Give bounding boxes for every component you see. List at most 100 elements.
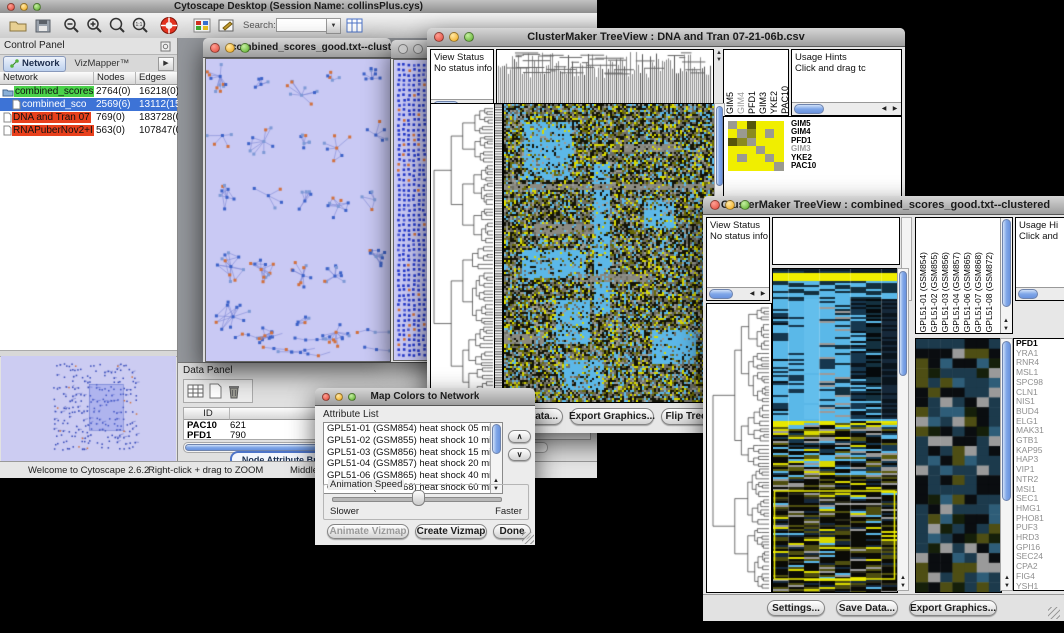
close-button[interactable] (434, 32, 444, 42)
save-icon[interactable] (33, 17, 53, 34)
help-lifering-icon[interactable] (159, 16, 179, 35)
array-column-label[interactable]: GPL51-01 (GSM854) (918, 252, 928, 332)
matrix-cell[interactable] (747, 129, 756, 137)
close-button[interactable] (210, 43, 220, 53)
scroll-right-icon[interactable]: ▶ (758, 291, 768, 297)
minimize-button[interactable] (449, 32, 459, 42)
col-edges[interactable]: Edges (136, 72, 177, 85)
zoom-button[interactable] (740, 200, 750, 210)
resize-grip[interactable] (1048, 607, 1060, 619)
matrix-cell[interactable] (774, 162, 783, 170)
column-label[interactable]: GIM3 (759, 92, 768, 114)
create-vizmap-button[interactable]: Create Vizmap (415, 524, 487, 539)
zoom-out-icon[interactable] (62, 17, 80, 34)
scroll-right-icon[interactable]: ▶ (890, 106, 900, 112)
animate-vizmap-button[interactable]: Animate Vizmap (327, 524, 409, 539)
tv1-column-dendrogram-canvas[interactable] (496, 49, 714, 104)
tv1-similarity-matrix[interactable] (728, 121, 784, 171)
matrix-cell[interactable] (765, 146, 774, 154)
attribute-browser-icon[interactable] (345, 17, 365, 34)
delete-attribute-icon[interactable] (227, 383, 241, 399)
attribute-item[interactable]: GPL51-02 (GSM855) heat shock 10 min (324, 435, 502, 447)
search-input[interactable] (276, 18, 328, 32)
matrix-cell[interactable] (765, 154, 774, 162)
matrix-cell[interactable] (728, 154, 737, 162)
zoom-button[interactable] (33, 3, 41, 11)
minimize-button[interactable] (335, 393, 343, 401)
tv1-export-graphics-button[interactable]: Export Graphics... (570, 408, 654, 425)
select-attributes-icon[interactable] (187, 383, 205, 399)
minimize-button[interactable] (20, 3, 28, 11)
zoom-in-icon[interactable] (85, 17, 103, 34)
tv2-column-dendrogram-panel[interactable] (772, 217, 900, 265)
array-column-label[interactable]: GPL51-06 (GSM865) (962, 252, 972, 332)
zoom-button[interactable] (348, 393, 356, 401)
matrix-cell[interactable] (756, 121, 765, 129)
array-column-label[interactable]: GPL51-08 (GSM872) (984, 252, 994, 332)
matrix-cell[interactable] (774, 129, 783, 137)
close-button[interactable] (322, 393, 330, 401)
matrix-cell[interactable] (728, 121, 737, 129)
modify-view-icon[interactable] (217, 17, 237, 34)
network-row-combined-sco[interactable]: combined_sco 2569(6) 13112(15) (0, 98, 177, 111)
tv2-row-dendrogram-canvas[interactable] (706, 303, 772, 593)
scroll-up-icon[interactable]: ▲ (898, 575, 908, 581)
matrix-cell[interactable] (737, 154, 746, 162)
birdseye-view-canvas[interactable] (1, 356, 176, 461)
matrix-cell[interactable] (747, 146, 756, 154)
search-dropdown-button[interactable]: ▼ (326, 18, 341, 34)
tv2-labels-vscrollbar[interactable]: ▲ ▼ (1000, 218, 1012, 333)
scroll-up-icon[interactable]: ▲ (1002, 575, 1012, 581)
column-label[interactable]: PAC10 (781, 86, 789, 114)
close-button[interactable] (7, 3, 15, 11)
matrix-cell[interactable] (756, 146, 765, 154)
matrix-cell[interactable] (756, 154, 765, 162)
tv1-row-dendrogram-canvas[interactable] (430, 103, 496, 403)
column-label[interactable]: GIM5 (726, 92, 735, 114)
column-label[interactable]: GIM4 (737, 92, 746, 114)
scroll-left-icon[interactable]: ◀ (879, 106, 889, 112)
gene-list[interactable]: PFD1YRA1RNR4MSL1SPC98CLN1NIS1BUD4ELG1MAK… (1014, 339, 1064, 591)
matrix-cell[interactable] (728, 162, 737, 170)
tv2-zoom-heatmap-canvas[interactable] (915, 338, 1002, 593)
matrix-cell[interactable] (756, 138, 765, 146)
minimize-button[interactable] (225, 43, 235, 53)
network-row-combined-scores[interactable]: combined_scores 2764(0) 16218(0) (0, 85, 177, 98)
move-up-button[interactable]: ∧ (508, 430, 531, 443)
matrix-cell[interactable] (774, 121, 783, 129)
attribute-list-vscrollbar[interactable]: ▲ ▼ (490, 423, 502, 493)
close-button[interactable] (710, 200, 720, 210)
tv2-global-heatmap-canvas[interactable] (772, 268, 898, 593)
speed-slider-thumb[interactable] (412, 490, 425, 506)
attribute-item[interactable]: GPL51-01 (GSM854) heat shock 05 min (324, 423, 502, 435)
array-column-label[interactable]: GPL51-02 (GSM855) (929, 252, 939, 332)
matrix-cell[interactable] (728, 138, 737, 146)
tv2-hints-hscrollbar[interactable] (1016, 287, 1064, 300)
matrix-cell[interactable] (747, 121, 756, 129)
tab-overflow-button[interactable]: ▶ (158, 57, 174, 71)
minimize-button[interactable] (413, 44, 423, 54)
matrix-cell[interactable] (728, 146, 737, 154)
matrix-cell[interactable] (765, 129, 774, 137)
settings-button[interactable]: Settings... (767, 600, 825, 616)
matrix-cell[interactable] (737, 129, 746, 137)
matrix-cell[interactable] (765, 162, 774, 170)
array-column-label[interactable]: GPL51-03 (GSM856) (940, 252, 950, 332)
move-down-button[interactable]: ∨ (508, 448, 531, 461)
new-attribute-icon[interactable] (209, 383, 223, 399)
open-folder-icon[interactable] (8, 17, 28, 34)
close-button[interactable] (398, 44, 408, 54)
vizmapper-icon[interactable] (192, 17, 212, 34)
tv2-gene-vscrollbar[interactable]: ▲ ▼ (1000, 338, 1013, 591)
array-column-label[interactable]: GPL51-04 (GSM857) (951, 252, 961, 332)
matrix-cell[interactable] (737, 146, 746, 154)
tv1-hints-hscrollbar[interactable]: ◀ ▶ (792, 102, 901, 115)
matrix-cell[interactable] (728, 129, 737, 137)
matrix-cell[interactable] (774, 146, 783, 154)
zoom-button[interactable] (464, 32, 474, 42)
col-network[interactable]: Network (0, 72, 94, 85)
scroll-down-icon[interactable]: ▼ (898, 583, 908, 589)
matrix-cell[interactable] (737, 162, 746, 170)
network-row-rnapuber[interactable]: RNAPuberNov2+I 563(0) 107847(0) (0, 124, 177, 137)
attr-col-id[interactable]: ID (184, 408, 230, 420)
